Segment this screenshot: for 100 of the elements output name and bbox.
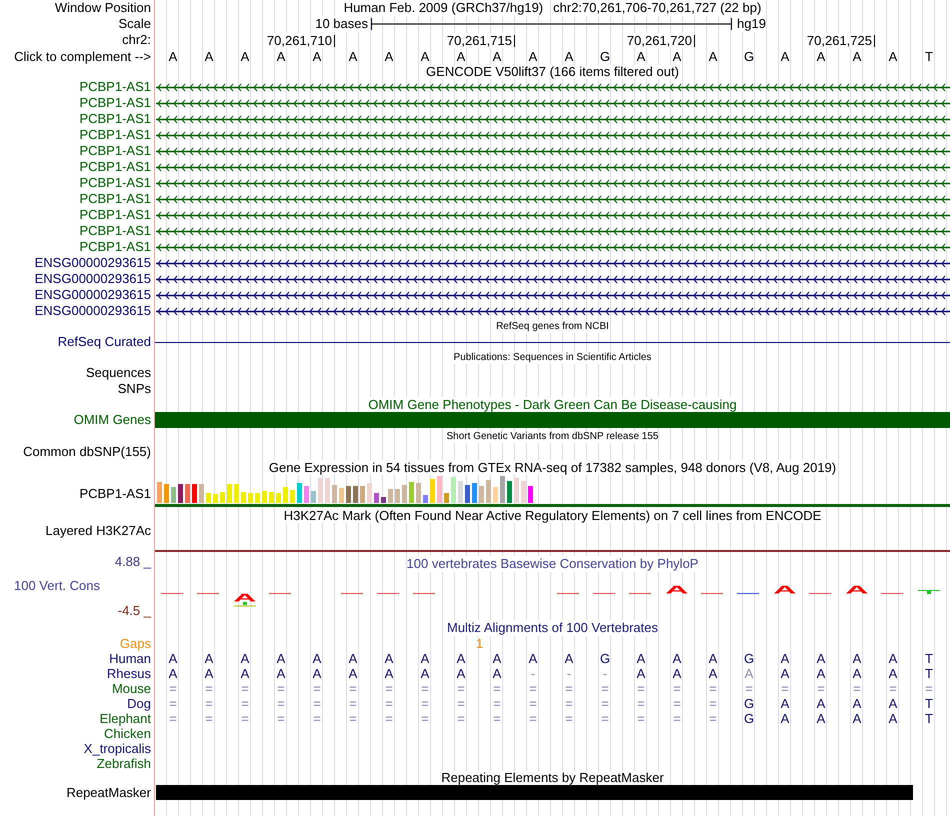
aligned-base: = (385, 696, 393, 711)
aligned-base: = (529, 696, 537, 711)
aligned-base: A (744, 666, 754, 681)
aligned-base: = (601, 696, 609, 711)
expression-bar (360, 486, 365, 503)
expression-bar (325, 478, 330, 503)
base-letter: A (168, 49, 178, 64)
gene-name: PCBP1-AS1 (79, 175, 151, 191)
assembly-label: hg19 (737, 16, 766, 32)
aligned-base: = (889, 681, 897, 696)
aligned-base: A (348, 666, 358, 681)
coordinate-label: 70,261,720 (626, 33, 694, 48)
gene-name: PCBP1-AS1 (79, 95, 151, 111)
expression-bar (171, 487, 176, 503)
expression-bar (465, 485, 470, 503)
aligned-base: A (852, 696, 862, 711)
aligned-base: A (780, 696, 790, 711)
aligned-base: = (781, 681, 789, 696)
aligned-base: A (636, 666, 646, 681)
aligned-base: A (672, 651, 682, 666)
conservation-letter: A (845, 586, 869, 594)
aligned-base: G (744, 711, 754, 726)
aligned-base: = (169, 711, 177, 726)
aligned-base: A (492, 651, 502, 666)
aligned-base: A (888, 666, 898, 681)
coordinate-label: 70,261,715 (446, 33, 514, 48)
aligned-base: A (672, 666, 682, 681)
aligned-base: = (601, 681, 609, 696)
aligned-base: = (421, 696, 429, 711)
track-title: RefSeq genes from NCBI (496, 321, 609, 333)
expression-bar (402, 485, 407, 503)
expression-bar (276, 493, 281, 503)
coordinate-label: 70,261,725 (806, 33, 874, 48)
aligned-base: A (564, 651, 574, 666)
track-title: GENCODE V50lift37 (166 items filtered out) (426, 65, 679, 79)
track-title: Multiz Alignments of 100 Vertebrates (446, 620, 658, 636)
conservation-letter: A (773, 586, 797, 594)
aligned-base: = (349, 681, 357, 696)
aligned-base: = (205, 681, 213, 696)
expression-bar (521, 481, 526, 503)
species-name: Dog (127, 696, 151, 711)
expression-bar (304, 486, 309, 503)
aligned-base: A (528, 651, 538, 666)
expression-bar (255, 493, 260, 503)
expression-bar (318, 478, 323, 503)
aligned-base: = (457, 681, 465, 696)
track-label: PCBP1-AS1 (79, 486, 151, 502)
tick-mark (334, 35, 335, 47)
aligned-base: = (421, 711, 429, 726)
aligned-base: = (241, 711, 249, 726)
expression-bar (423, 495, 428, 503)
gene-name: PCBP1-AS1 (79, 127, 151, 143)
aligned-base: G (744, 696, 754, 711)
expression-bar (297, 483, 302, 503)
expression-bar (388, 489, 393, 503)
tick-mark (694, 35, 695, 47)
gene-name: PCBP1-AS1 (79, 239, 151, 255)
base-letter: A (888, 49, 898, 64)
expression-bar (220, 492, 225, 503)
expression-bar (430, 479, 435, 503)
aligned-base: = (349, 711, 357, 726)
aligned-base: A (204, 666, 214, 681)
expression-bar (262, 491, 267, 503)
expression-bar (479, 486, 484, 503)
track-title: 100 vertebrates Basewise Conservation by PhyloP (406, 556, 698, 572)
expression-bar (346, 486, 351, 503)
track-label: SNPs (118, 381, 151, 397)
tick-mark (874, 35, 875, 47)
aligned-base: A (384, 651, 394, 666)
complement-link[interactable]: Click to complement --> (14, 48, 151, 64)
expression-bar (290, 490, 295, 503)
aligned-base: = (205, 711, 213, 726)
aligned-base: A (312, 666, 322, 681)
aligned-base: A (888, 696, 898, 711)
aligned-base: = (241, 681, 249, 696)
aligned-base: = (565, 711, 573, 726)
aligned-base: A (852, 651, 862, 666)
aligned-base: T (925, 711, 933, 726)
expression-bar (437, 476, 442, 503)
axis-max-label: 4.88 _ (114, 554, 151, 570)
aligned-base: - (566, 666, 572, 681)
aligned-base: A (852, 666, 862, 681)
aligned-base: A (168, 651, 178, 666)
aligned-base: A (168, 666, 178, 681)
aligned-base: A (708, 651, 718, 666)
expression-bar (199, 484, 204, 503)
scale-length: 10 bases (315, 16, 368, 32)
aligned-base: T (925, 696, 933, 711)
base-letter: A (456, 49, 466, 64)
species-name: Zebrafish (96, 756, 151, 771)
aligned-base: = (457, 696, 465, 711)
aligned-base: = (277, 696, 285, 711)
aligned-base: = (349, 696, 357, 711)
expression-bar (192, 484, 197, 503)
aligned-base: A (456, 651, 466, 666)
expression-bar (164, 484, 169, 503)
base-letter: A (636, 49, 646, 64)
aligned-base: A (636, 651, 646, 666)
expression-bar (248, 493, 253, 503)
track-title: Gene Expression in 54 tissues from GTEx RNA-seq of 17382 samples, 948 donors (V8, Aug 2019) (268, 460, 836, 475)
